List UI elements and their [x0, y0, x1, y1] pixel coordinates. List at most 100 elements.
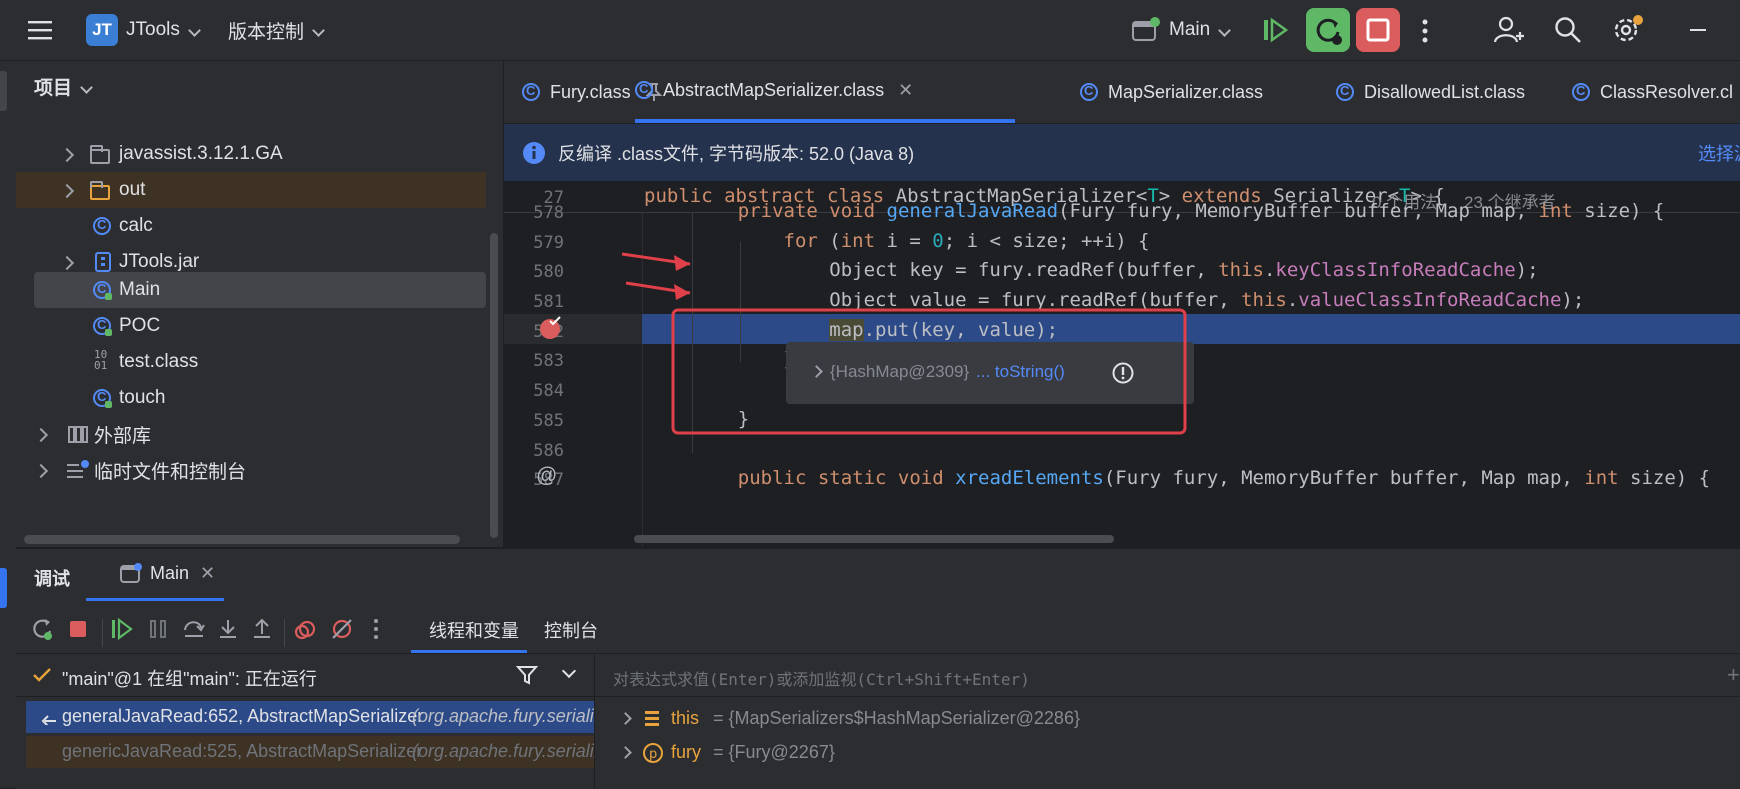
rerun-debug-button[interactable]: [26, 609, 58, 649]
variable-value: = {MapSerializers$HashMapSerializer@2286…: [713, 708, 1080, 728]
tab-label: Fury.class: [550, 81, 631, 102]
vcs-label: 版本控制: [228, 21, 305, 43]
horizontal-scrollbar[interactable]: [24, 535, 460, 544]
minimize-button[interactable]: [1690, 29, 1706, 31]
project-tool-indicator[interactable]: [0, 71, 7, 111]
tab-abstractmapserializer-class[interactable]: AbstractMapSerializer.class ✕: [635, 61, 1015, 123]
stack-frame-row[interactable]: generalJavaRead:652, AbstractMapSerializ…: [26, 701, 594, 733]
add-watch-icon[interactable]: +: [1727, 662, 1740, 688]
frame-package: (org.apache.fury.serializ: [412, 706, 594, 726]
chevron-down-icon: [72, 76, 91, 98]
debug-more-button[interactable]: [360, 609, 392, 649]
variable-row[interactable]: p fury = {Fury@2267}: [595, 736, 1740, 770]
project-switcher[interactable]: JT JTools: [86, 0, 199, 60]
variable-row[interactable]: this = {MapSerializers$HashMapSerializer…: [595, 702, 1740, 736]
search-button[interactable]: [1554, 16, 1582, 49]
subtab-label: 线程和变量: [429, 621, 519, 641]
tree-item-javassist[interactable]: javassist.3.12.1.GA: [16, 136, 486, 172]
debug-title: 调试: [34, 569, 70, 589]
class-icon: [635, 81, 653, 99]
close-icon[interactable]: ✕: [200, 563, 215, 584]
pause-icon: [150, 620, 166, 638]
project-panel-title: 项目: [34, 78, 73, 99]
editor-tab-bar: Fury.class AbstractMapSerializer.class ✕…: [504, 61, 1740, 124]
debug-session-tab[interactable]: Main ✕: [86, 549, 224, 601]
rerun-debug-icon: [1316, 18, 1342, 45]
more-vertical-icon: [374, 619, 378, 639]
vertical-scrollbar[interactable]: [490, 233, 498, 538]
step-out-button[interactable]: [246, 609, 278, 649]
tab-console[interactable]: 控制台: [528, 603, 628, 653]
tree-item-main[interactable]: Main: [16, 272, 486, 308]
resume-program-button[interactable]: [106, 609, 138, 649]
run-config-selector[interactable]: Main: [1131, 0, 1229, 60]
scratch-icon: [67, 460, 89, 478]
stop-icon: [70, 621, 86, 637]
more-actions-button[interactable]: [1420, 18, 1430, 49]
stack-frame-row[interactable]: genericJavaRead:525, AbstractMapSerializ…: [26, 736, 594, 768]
step-over-button[interactable]: [178, 609, 210, 649]
editor-horizontal-scrollbar[interactable]: [634, 535, 1114, 543]
filter-icon[interactable]: [516, 664, 538, 686]
variables-pane: 对表达式求值(Enter)或添加监视(Ctrl+Shift+Enter) + t…: [595, 654, 1740, 789]
tree-item-label: JTools.jar: [119, 251, 200, 272]
tree-item-calc[interactable]: calc: [16, 208, 486, 244]
title-bar: JT JTools 版本控制 Main: [0, 0, 1740, 61]
tree-item-touch[interactable]: touch: [16, 380, 486, 416]
stop-button[interactable]: [1356, 8, 1400, 52]
code-editor[interactable]: 27 public abstract class AbstractMapSeri…: [504, 182, 1740, 547]
evaluate-expression-field[interactable]: 对表达式求值(Enter)或添加监视(Ctrl+Shift+Enter) +: [595, 654, 1740, 697]
tree-item-label: touch: [119, 387, 166, 408]
search-icon: [1555, 17, 1581, 43]
mute-breakpoints-button[interactable]: [326, 609, 358, 649]
project-panel: 项目 javassist.3.12.1.GA out calc JTools.j…: [16, 61, 504, 547]
pause-program-button[interactable]: [142, 609, 174, 649]
tab-threads-variables[interactable]: 线程和变量: [411, 603, 527, 653]
class-icon: [1336, 83, 1354, 101]
this-object-icon: [645, 711, 659, 726]
chevron-right-icon[interactable]: [619, 712, 632, 725]
rerun-button[interactable]: [1306, 8, 1350, 52]
close-icon[interactable]: ✕: [898, 80, 913, 101]
resume-button[interactable]: [1262, 17, 1290, 48]
main-menu-button[interactable]: [28, 0, 54, 60]
chevron-right-icon[interactable]: [619, 746, 632, 759]
settings-button[interactable]: [1612, 14, 1644, 49]
variable-value: = {Fury@2267}: [713, 742, 835, 762]
tree-item-poc[interactable]: POC: [16, 308, 486, 344]
vcs-menu[interactable]: 版本控制: [228, 0, 323, 60]
tree-item-test-class[interactable]: 10 01 test.class: [16, 344, 486, 380]
frames-pane: "main"@1 在组"main": 正在运行 generalJavaRead:…: [16, 654, 595, 789]
project-panel-header[interactable]: 项目: [34, 73, 91, 100]
debug-tool-indicator[interactable]: [0, 568, 7, 608]
run-config-icon: [120, 563, 142, 583]
chevron-down-icon[interactable]: [561, 663, 577, 679]
variable-name: fury: [671, 742, 702, 762]
step-out-icon: [254, 618, 270, 638]
tab-mapserializer-class[interactable]: MapSerializer.class: [1080, 61, 1263, 123]
chevron-right-icon: [59, 183, 75, 199]
decompiled-banner: 反编译 .class文件, 字节码版本: 52.0 (Java 8) 选择源: [504, 124, 1740, 182]
frame-package: (org.apache.fury.serializ: [412, 741, 594, 761]
choose-sources-link[interactable]: 选择源: [1698, 140, 1740, 166]
tree-item-out[interactable]: out: [16, 172, 486, 208]
thread-selector[interactable]: "main"@1 在组"main": 正在运行: [16, 654, 594, 697]
tree-item-external-libraries[interactable]: 外部库: [16, 416, 486, 452]
tree-item-label: javassist.3.12.1.GA: [119, 143, 283, 164]
tab-disallowedlist-class[interactable]: DisallowedList.class: [1336, 61, 1525, 123]
collab-button[interactable]: [1493, 16, 1524, 49]
library-icon: [68, 426, 88, 443]
tree-item-scratches[interactable]: 临时文件和控制台: [16, 452, 486, 488]
tab-classresolver-class[interactable]: ClassResolver.cl: [1572, 61, 1733, 123]
step-into-button[interactable]: [212, 609, 244, 649]
tree-item-label: calc: [119, 215, 153, 236]
frame-method: generalJavaRead:652, AbstractMapSerializ…: [62, 706, 424, 726]
binary-file-icon: 10 01: [94, 348, 108, 372]
view-breakpoints-button[interactable]: [290, 609, 322, 649]
resume-icon: [1264, 17, 1289, 43]
tree-item-label: out: [119, 179, 146, 200]
tab-label: DisallowedList.class: [1364, 81, 1526, 102]
toolbar-separator: [102, 619, 103, 647]
stop-debug-button[interactable]: [62, 609, 94, 649]
chevron-right-icon: [33, 427, 49, 443]
